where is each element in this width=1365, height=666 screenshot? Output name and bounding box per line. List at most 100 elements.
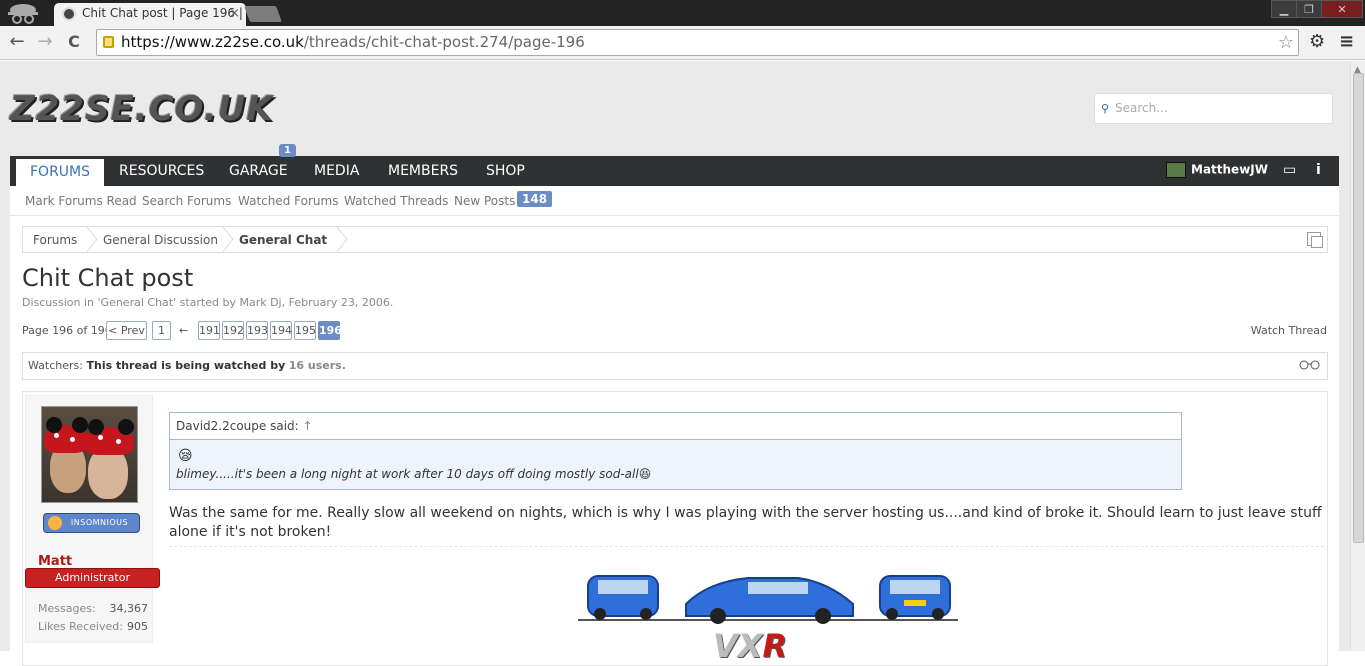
url-path: /threads/chit-chat-post.274/page-196 <box>303 33 585 51</box>
vxr-logo-text: VX <box>713 627 763 665</box>
breadcrumb-general-chat[interactable]: General Chat <box>239 233 327 247</box>
breadcrumb-separator-icon <box>221 226 234 253</box>
user-menu[interactable]: MatthewJW <box>1166 162 1268 180</box>
stat-value[interactable]: 34,367 <box>110 602 149 615</box>
insomnious-badge: INSOMNIOUS <box>43 513 140 533</box>
maximize-button[interactable]: ❐ <box>1296 0 1322 18</box>
quote-jump-icon[interactable]: ↑ <box>303 419 313 433</box>
vxr-logo: VXR <box>713 627 787 665</box>
watchers-text: This thread is being watched by <box>86 359 286 372</box>
menu-icon[interactable]: ≡ <box>1339 31 1354 52</box>
page: Z22SE.CO.UK ⚲ Search... FORUMS RESOURCES… <box>0 61 1350 666</box>
inbox-icon[interactable]: ▭ <box>1283 162 1296 178</box>
page-195-button[interactable]: 195 <box>294 321 316 340</box>
username-label: MatthewJW <box>1191 162 1268 177</box>
search-icon: ⚲ <box>1101 102 1110 115</box>
quote-header: David2.2coupe said: ↑ <box>170 413 1181 440</box>
info-icon[interactable]: i <box>1316 162 1321 178</box>
tab-resources[interactable]: RESOURCES <box>105 156 218 186</box>
back-icon[interactable]: ← <box>6 31 28 53</box>
incognito-icon <box>4 2 42 24</box>
page-194-button[interactable]: 194 <box>270 321 292 340</box>
search-forums-link[interactable]: Search Forums <box>142 194 231 208</box>
laugh-emoji-icon: 😆 <box>638 467 652 481</box>
post: INSOMNIOUS Matt Administrator Messages: … <box>22 391 1328 666</box>
quote-text: blimey.....it's been a long night at wor… <box>176 467 651 481</box>
breadcrumb-forums[interactable]: Forums <box>33 233 77 247</box>
new-posts-count-badge[interactable]: 148 <box>517 191 553 207</box>
new-tab-button[interactable] <box>244 6 282 22</box>
stat-messages: Messages: 34,367 <box>38 602 148 615</box>
page-scrollbar[interactable]: ▲ <box>1350 61 1365 651</box>
watchers-count[interactable]: 16 users. <box>289 359 346 372</box>
signature-divider <box>169 546 1324 547</box>
tab-members[interactable]: MEMBERS <box>374 156 472 186</box>
favicon-icon <box>62 7 76 21</box>
tab-close-icon[interactable]: × <box>229 6 240 21</box>
quote-author: David2.2coupe said: <box>176 419 299 433</box>
thread-meta: Discussion in 'General Chat' started by … <box>22 296 394 309</box>
browser-titlebar: Chit Chat post | Page 196 | × ▁ ❐ ✕ <box>0 0 1365 26</box>
role-banner: Administrator <box>25 568 160 588</box>
reload-icon[interactable]: C <box>63 31 85 53</box>
site-logo[interactable]: Z22SE.CO.UK <box>10 89 274 129</box>
garage-badge: 1 <box>279 144 296 157</box>
page-1-button[interactable]: 1 <box>152 321 171 340</box>
new-posts-link[interactable]: New Posts <box>454 194 515 208</box>
bookmark-star-icon[interactable]: ☆ <box>1278 30 1294 55</box>
mark-forums-read-link[interactable]: Mark Forums Read <box>25 194 137 208</box>
search-placeholder: Search... <box>1115 101 1168 115</box>
watched-threads-link[interactable]: Watched Threads <box>344 194 448 208</box>
main-content: Forums General Discussion General Chat C… <box>10 216 1339 666</box>
user-avatar[interactable] <box>41 406 138 503</box>
watch-thread-link[interactable]: Watch Thread <box>1251 324 1327 337</box>
watchers-bar: Watchers: This thread is being watched b… <box>22 352 1328 380</box>
post-username[interactable]: Matt <box>38 554 72 569</box>
tab-title: Chit Chat post | Page 196 | <box>82 6 243 20</box>
search-input[interactable]: ⚲ Search... <box>1094 93 1333 124</box>
page-191-button[interactable]: 191 <box>198 321 220 340</box>
lock-icon <box>103 36 114 48</box>
stat-value: 905 <box>127 620 148 633</box>
watchers-label: Watchers: <box>28 359 83 372</box>
post-user-block: INSOMNIOUS Matt Administrator Messages: … <box>25 395 160 643</box>
sub-navbar: Mark Forums Read Search Forums Watched F… <box>10 186 1339 216</box>
extension-gear-icon[interactable]: ⚙ <box>1309 31 1325 52</box>
quote-body: blimey.....it's been a long night at wor… <box>176 467 639 481</box>
minimize-button[interactable]: ▁ <box>1271 0 1297 18</box>
stat-label: Likes Received: <box>38 620 123 633</box>
breadcrumb-general-discussion[interactable]: General Discussion <box>103 233 218 247</box>
page-196-button[interactable]: 196 <box>318 321 342 340</box>
breadcrumb-separator-icon <box>335 226 348 253</box>
signature-cars-image <box>558 564 958 624</box>
page-193-button[interactable]: 193 <box>246 321 268 340</box>
page-label: Page 196 of 196 <box>22 324 112 337</box>
url-host: https://www.z22se.co.uk <box>121 33 304 51</box>
main-navbar: FORUMS RESOURCES GARAGE MEDIA MEMBERS SH… <box>10 156 1339 186</box>
scroll-thumb[interactable] <box>1353 73 1364 543</box>
vxr-logo-r: R <box>762 627 788 665</box>
tab-shop[interactable]: SHOP <box>472 156 539 186</box>
page-title: Chit Chat post <box>22 264 194 292</box>
prev-page-button[interactable]: < Prev <box>106 321 147 340</box>
copy-link-icon[interactable] <box>1307 232 1323 248</box>
watched-forums-link[interactable]: Watched Forums <box>238 194 338 208</box>
avatar <box>1166 162 1186 178</box>
tab-forums[interactable]: FORUMS <box>16 156 105 186</box>
quote-block: David2.2coupe said: ↑ 😪 blimey.....it's … <box>169 412 1182 490</box>
browser-tab[interactable]: Chit Chat post | Page 196 | × <box>54 3 246 26</box>
post-message: Was the same for me. Really slow all wee… <box>169 505 1322 540</box>
close-window-button[interactable]: ✕ <box>1321 0 1363 18</box>
stat-likes: Likes Received: 905 <box>38 620 148 633</box>
breadcrumb: Forums General Discussion General Chat <box>22 226 1328 253</box>
page-192-button[interactable]: 192 <box>222 321 244 340</box>
browser-toolbar: ← → C https://www.z22se.co.uk/threads/ch… <box>0 26 1365 60</box>
stat-label: Messages: <box>38 602 96 615</box>
page-jump-icon[interactable]: ← <box>179 324 188 337</box>
tab-media[interactable]: MEDIA <box>300 156 373 186</box>
tab-garage[interactable]: GARAGE <box>215 156 302 186</box>
insomnious-label: INSOMNIOUS <box>70 518 129 527</box>
address-bar[interactable]: https://www.z22se.co.uk/threads/chit-cha… <box>96 29 1299 56</box>
forward-icon[interactable]: → <box>34 31 56 53</box>
glasses-icon[interactable] <box>1299 353 1321 379</box>
